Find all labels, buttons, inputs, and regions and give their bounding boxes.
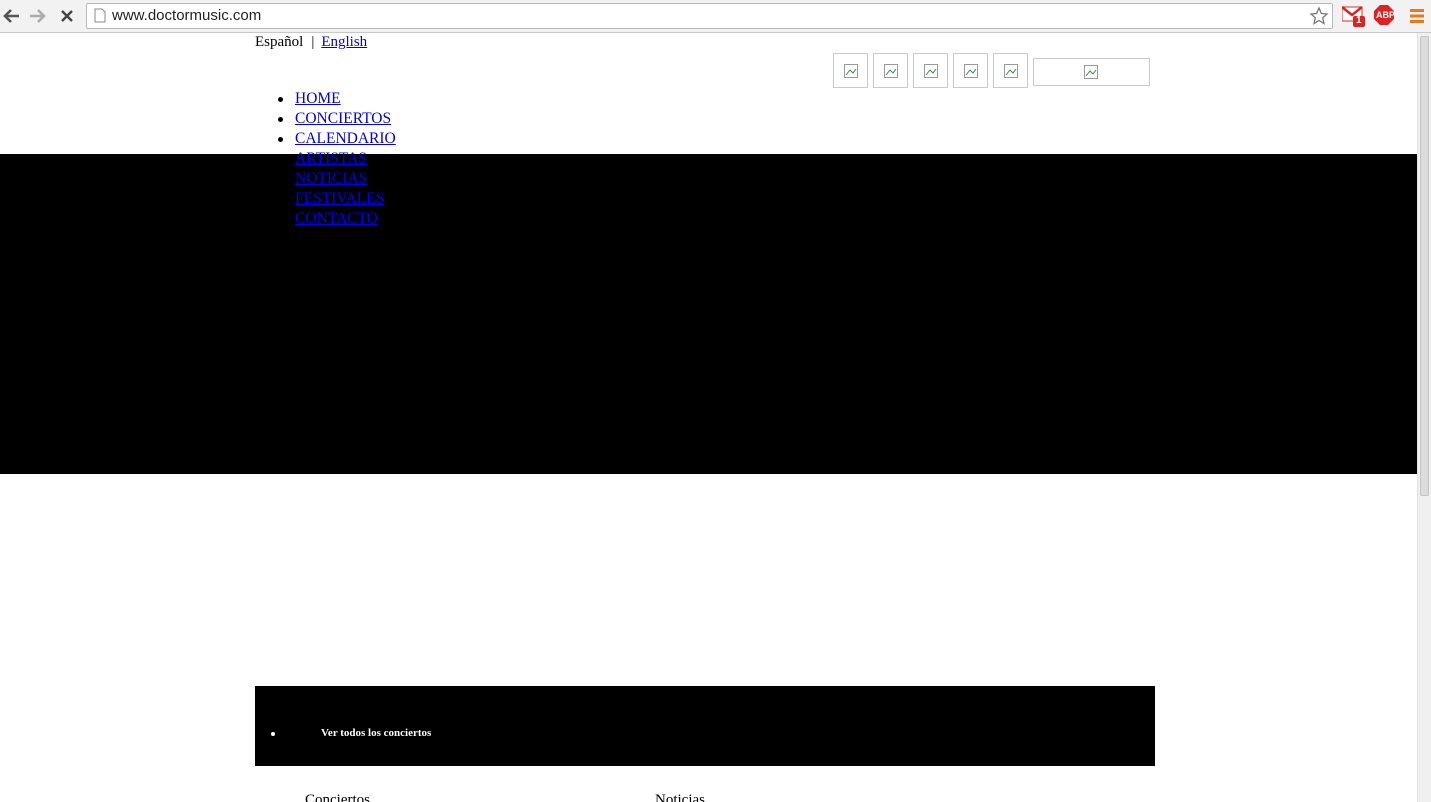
broken-image-icon [844, 64, 858, 78]
language-selector: Español | English [255, 34, 367, 51]
menu-link-calendario[interactable]: CALENDARIO [295, 130, 396, 147]
menu-item-home: HOME [278, 89, 396, 109]
social-link-4[interactable] [953, 53, 988, 88]
page-viewport: Español | English HOME CONCIERTOS CALENDAR… [0, 33, 1417, 802]
menu-item-contacto: CONTACTO [295, 209, 396, 229]
close-icon [61, 10, 73, 22]
adblock-label: ABP [1376, 10, 1396, 20]
broken-image-icon [884, 64, 898, 78]
main-menu: HOME CONCIERTOS CALENDARIO ARTISTAS NOTI… [255, 89, 396, 229]
gmail-badge: 1 [1356, 15, 1362, 26]
chrome-menu-button[interactable] [1409, 8, 1425, 29]
menu-item-festivales: FESTIVALES [295, 189, 396, 209]
broken-image-icon [1084, 65, 1098, 79]
adblock-extension-button[interactable]: ABP [1374, 5, 1396, 30]
language-english-link[interactable]: English [321, 34, 367, 50]
bookmark-star-icon[interactable] [1309, 6, 1329, 26]
hamburger-menu-icon [1410, 9, 1424, 23]
stop-button[interactable] [56, 5, 78, 27]
back-arrow-icon [3, 9, 19, 23]
broken-image-icon [924, 64, 938, 78]
address-bar[interactable]: www.doctormusic.com [86, 3, 1333, 29]
broken-image-icon [964, 64, 978, 78]
gmail-extension-button[interactable]: 1 [1341, 6, 1368, 33]
menu-item-artistas: ARTISTAS [295, 149, 396, 169]
section-heading-noticias: Noticias [655, 792, 705, 802]
menu-item-noticias: NOTICIAS [295, 169, 396, 189]
language-separator: | [311, 34, 315, 50]
menu-link-conciertos[interactable]: CONCIERTOS [295, 110, 391, 127]
scrollbar-thumb[interactable] [1420, 36, 1429, 496]
search-image-button[interactable] [1033, 58, 1150, 86]
browser-toolbar: www.doctormusic.com 1 ABP [0, 0, 1431, 33]
vertical-scrollbar[interactable] [1417, 33, 1431, 802]
menu-item-calendario: CALENDARIO [278, 129, 396, 149]
menu-link-home[interactable]: HOME [295, 90, 341, 107]
broken-image-icon [1004, 64, 1018, 78]
url-text: www.doctormusic.com [112, 7, 262, 24]
view-all-concerts-item[interactable]: Ver todos los conciertos [270, 727, 431, 739]
menu-link-festivales[interactable]: FESTIVALES [295, 190, 384, 207]
language-current: Español [255, 34, 304, 50]
menu-link-noticias[interactable]: NOTICIAS [295, 170, 367, 187]
view-all-concerts-link[interactable]: Ver todos los conciertos [321, 727, 431, 739]
forward-button[interactable] [27, 5, 49, 27]
forward-arrow-icon [30, 9, 46, 23]
social-link-3[interactable] [913, 53, 948, 88]
menu-link-artistas[interactable]: ARTISTAS [295, 150, 367, 167]
gmail-icon [1341, 6, 1365, 27]
menu-link-contacto[interactable]: CONTACTO [295, 210, 378, 227]
concerts-bar-list: Ver todos los conciertos [270, 727, 431, 739]
hero-banner [0, 154, 1417, 474]
social-link-1[interactable] [833, 53, 868, 88]
section-heading-conciertos: Conciertos [305, 792, 370, 802]
concerts-bar: Ver todos los conciertos [255, 686, 1155, 766]
back-button[interactable] [0, 5, 22, 27]
social-link-5[interactable] [993, 53, 1028, 88]
social-link-2[interactable] [873, 53, 908, 88]
page-icon [94, 8, 106, 23]
menu-item-conciertos: CONCIERTOS [278, 109, 396, 129]
